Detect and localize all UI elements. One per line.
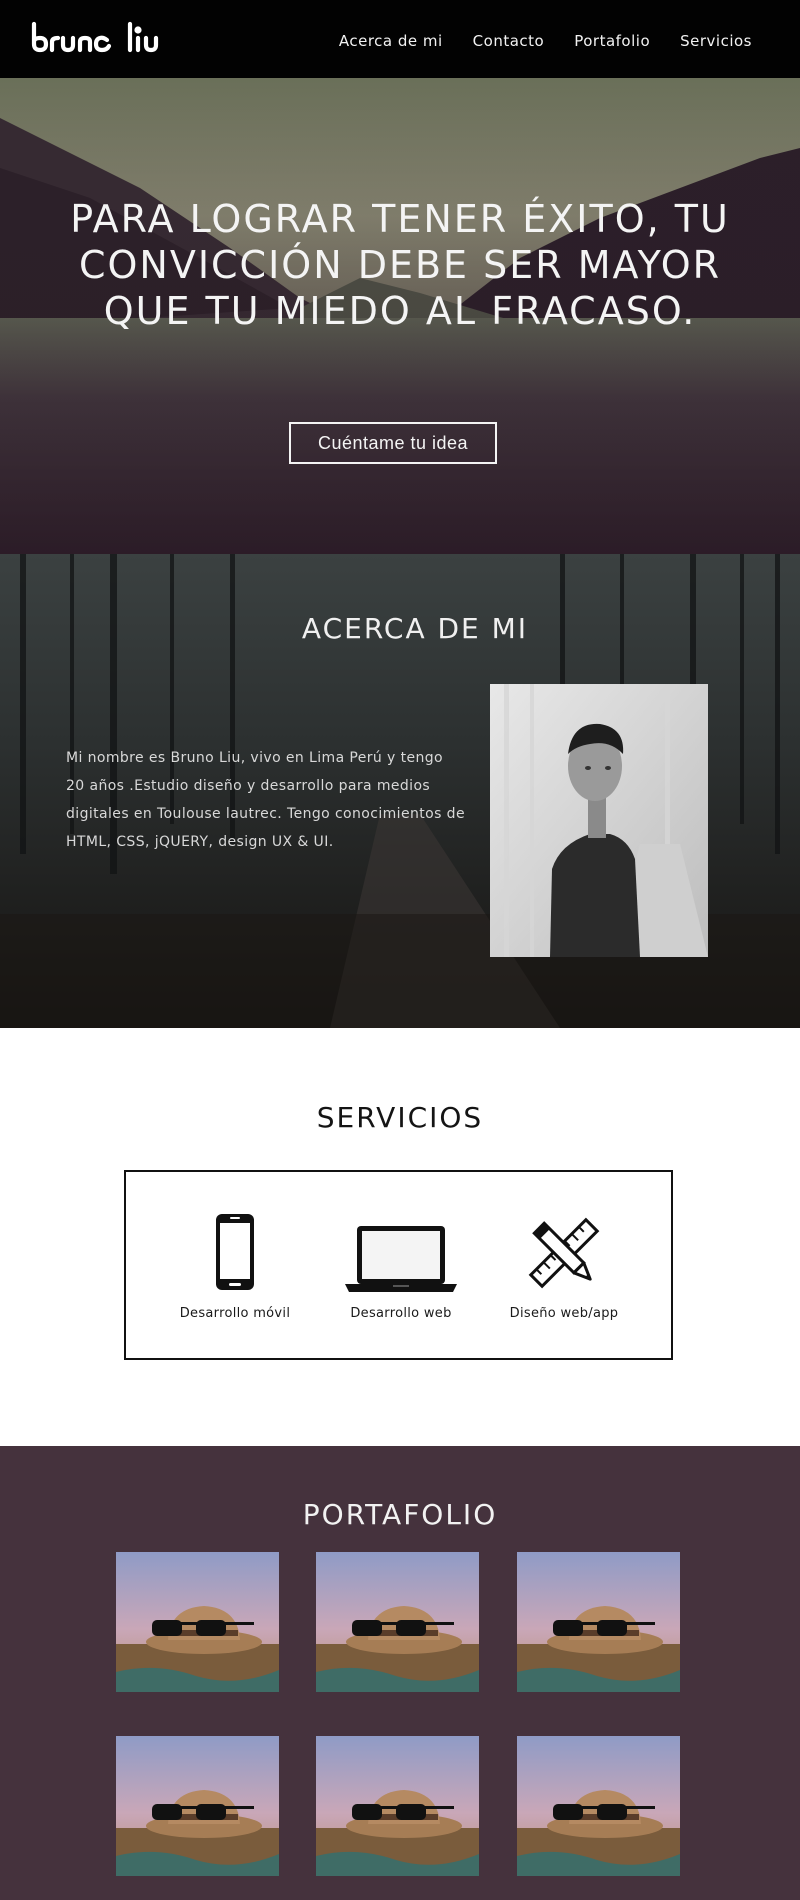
service-design[interactable]: Diseño web/app (489, 1212, 639, 1321)
service-web[interactable]: Desarrollo web (326, 1212, 476, 1321)
portfolio-title: PORTAFOLIO (302, 1498, 498, 1531)
profile-photo (490, 684, 708, 957)
services-box: Desarrollo móvil Desarrollo web Diseño w… (124, 1170, 673, 1360)
services-title: SERVICIOS (316, 1101, 484, 1134)
portfolio-section: PORTAFOLIO (0, 1446, 800, 1900)
hero-quote: PARA LOGRAR TENER ÉXITO, TU CONVICCIÓN D… (70, 197, 730, 333)
services-section: SERVICIOS Desarrollo móvil Desarrollo we… (0, 1028, 800, 1446)
about-description: Mi nombre es Bruno Liu, vivo en Lima Per… (66, 750, 465, 850)
hero-section: PARA LOGRAR TENER ÉXITO, TU CONVICCIÓN D… (0, 78, 800, 554)
hat-sunglasses-photo (517, 1552, 680, 1692)
service-mobile[interactable]: Desarrollo móvil (160, 1212, 310, 1321)
hat-sunglasses-photo (316, 1736, 479, 1876)
smartphone-icon (216, 1214, 254, 1290)
hat-sunglasses-photo (116, 1552, 279, 1692)
pencil-ruler-icon (528, 1217, 600, 1289)
service-label: Desarrollo móvil (179, 1306, 291, 1321)
portfolio-item[interactable] (316, 1552, 479, 1692)
nav-link-servicios[interactable]: Servicios (680, 32, 752, 50)
hat-sunglasses-photo (517, 1736, 680, 1876)
hat-sunglasses-photo (316, 1552, 479, 1692)
portfolio-item[interactable] (517, 1736, 680, 1876)
portfolio-item[interactable] (517, 1552, 680, 1692)
logo[interactable] (30, 20, 180, 56)
portfolio-item[interactable] (316, 1736, 479, 1876)
service-label: Diseño web/app (509, 1306, 619, 1321)
laptop-icon (345, 1226, 457, 1292)
nav-links: Acerca de mi Contacto Portafolio Servici… (309, 32, 752, 50)
hat-sunglasses-photo (116, 1736, 279, 1876)
portfolio-item[interactable] (116, 1736, 279, 1876)
about-section: ACERCA DE MI Mi nombre es Bruno Liu, viv… (0, 554, 800, 1028)
service-label: Desarrollo web (350, 1306, 452, 1321)
top-nav: Acerca de mi Contacto Portafolio Servici… (0, 0, 800, 78)
contact-idea-button[interactable]: Cuéntame tu idea (289, 422, 497, 464)
portfolio-item[interactable] (116, 1552, 279, 1692)
nav-link-acerca[interactable]: Acerca de mi (339, 32, 443, 50)
nav-link-portafolio[interactable]: Portafolio (574, 32, 650, 50)
nav-link-contacto[interactable]: Contacto (473, 32, 545, 50)
about-title: ACERCA DE MI (301, 612, 529, 645)
